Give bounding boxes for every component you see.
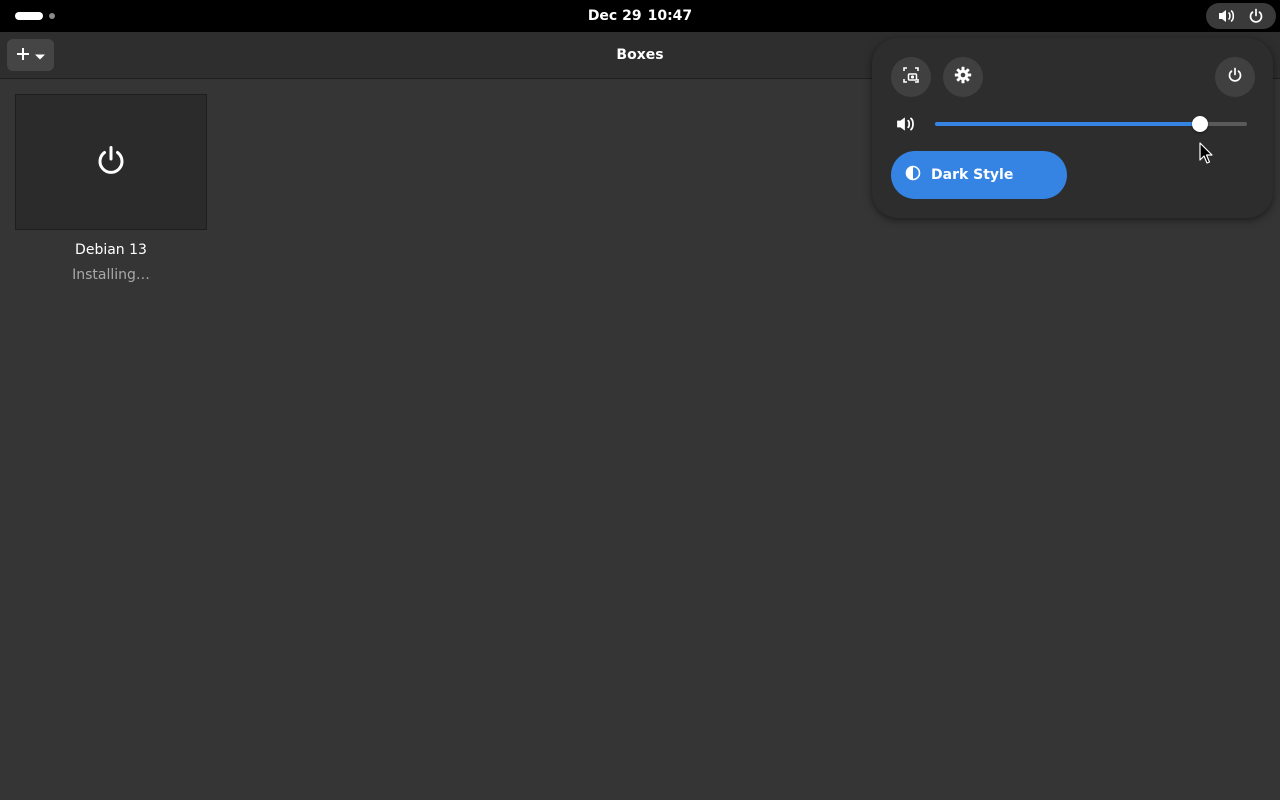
chevron-down-icon bbox=[34, 46, 46, 65]
quick-settings-panel: Dark Style bbox=[872, 38, 1273, 218]
clock-date[interactable]: Dec 29 bbox=[588, 8, 642, 24]
power-icon bbox=[1248, 8, 1264, 24]
screenshot-button[interactable] bbox=[891, 57, 931, 97]
clock: Dec 29 10:47 bbox=[0, 0, 1280, 32]
volume-icon[interactable] bbox=[896, 115, 916, 133]
power-icon bbox=[95, 144, 127, 180]
top-bar: Dec 29 10:47 bbox=[0, 0, 1280, 32]
screenshot-icon bbox=[902, 66, 920, 88]
dark-style-toggle[interactable]: Dark Style bbox=[891, 151, 1067, 199]
activities-button[interactable] bbox=[9, 5, 63, 27]
volume-icon bbox=[1218, 8, 1236, 24]
add-button[interactable] bbox=[7, 39, 54, 71]
mouse-pointer-icon bbox=[1199, 142, 1213, 168]
volume-slider[interactable] bbox=[935, 116, 1247, 132]
volume-slider-handle[interactable] bbox=[1192, 116, 1209, 132]
app-title: Boxes bbox=[616, 47, 664, 63]
volume-slider-fill bbox=[935, 122, 1201, 126]
dark-style-icon bbox=[905, 165, 921, 185]
clock-time[interactable]: 10:47 bbox=[648, 8, 693, 24]
dark-style-label: Dark Style bbox=[931, 167, 1014, 183]
machine-status: Installing… bbox=[72, 267, 150, 283]
machine-thumbnail[interactable] bbox=[15, 94, 207, 230]
machine-name: Debian 13 bbox=[75, 242, 147, 258]
power-menu-button[interactable] bbox=[1215, 57, 1255, 97]
workspace-indicator-active bbox=[15, 12, 43, 20]
settings-button[interactable] bbox=[943, 57, 983, 97]
machine-card[interactable]: Debian 13 Installing… bbox=[15, 94, 207, 284]
system-status-area[interactable] bbox=[1206, 3, 1276, 29]
gear-icon bbox=[954, 66, 972, 88]
power-icon bbox=[1227, 67, 1243, 87]
plus-icon bbox=[16, 46, 30, 65]
workspace-indicator bbox=[49, 13, 55, 19]
